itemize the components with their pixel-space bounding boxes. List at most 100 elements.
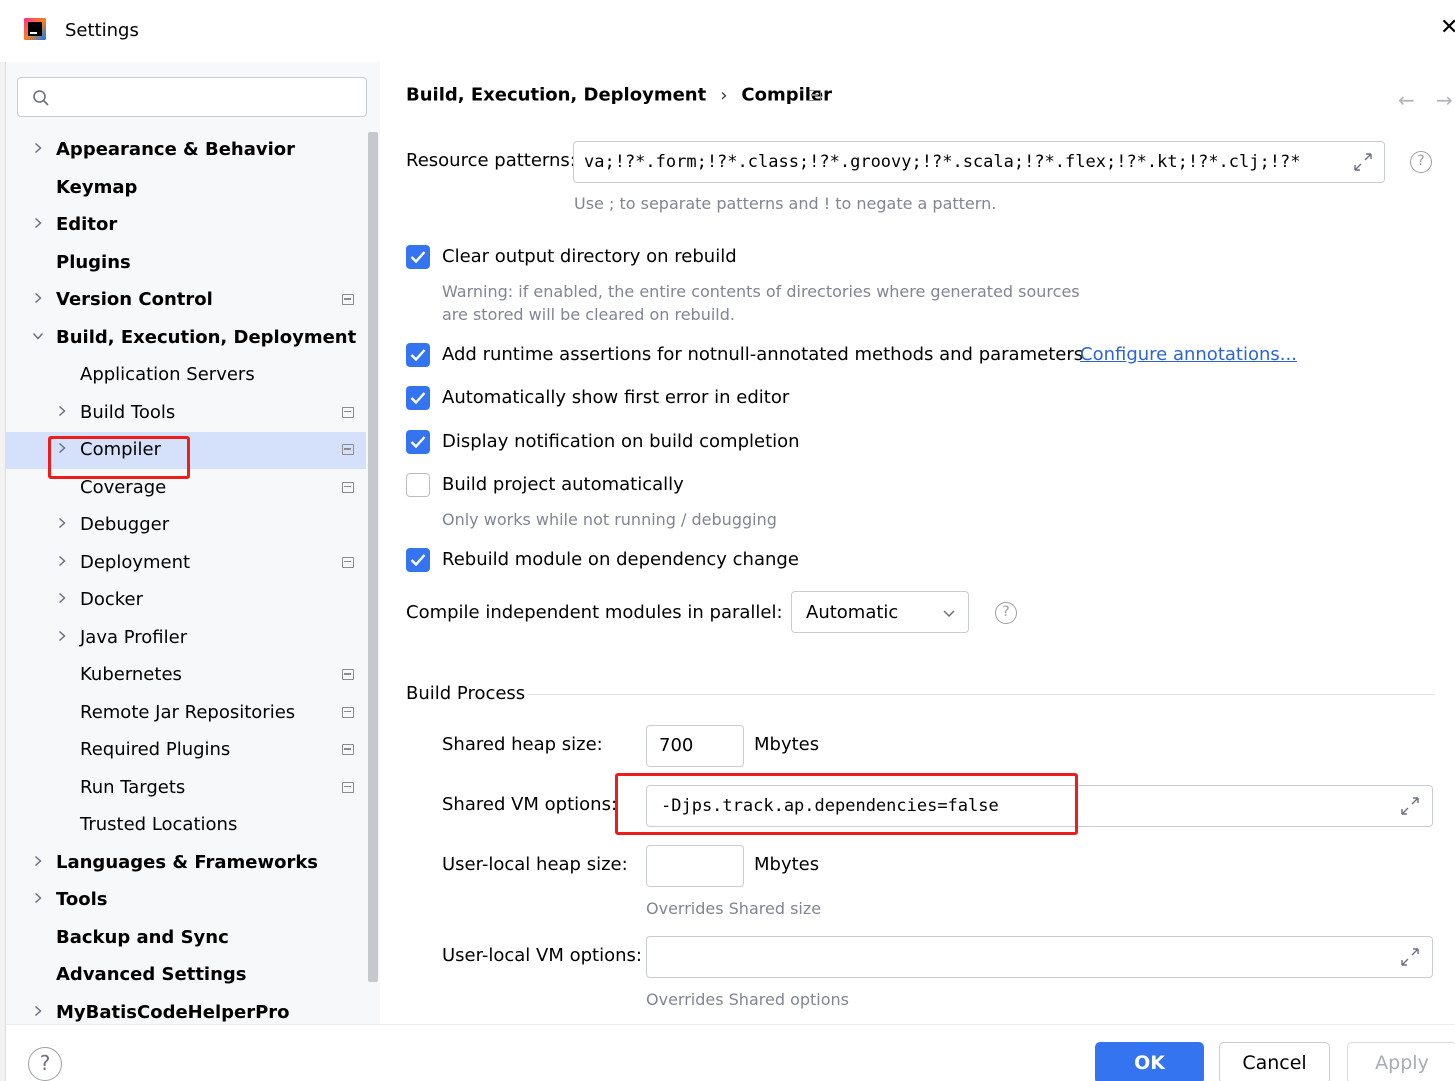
sidebar-item-run-targets[interactable]: Run Targets [6, 770, 380, 807]
sidebar-item-label: Kubernetes [80, 664, 182, 685]
show-first-error-checkbox[interactable] [406, 386, 430, 410]
user-heap-label: User-local heap size: [442, 854, 628, 875]
expand-icon[interactable] [1352, 151, 1374, 173]
sidebar-item-appearance-behavior[interactable]: Appearance & Behavior [6, 132, 380, 169]
back-arrow-icon[interactable]: ← [1398, 88, 1415, 112]
build-process-title: Build Process [406, 683, 526, 704]
expand-icon[interactable] [1399, 946, 1421, 968]
help-icon[interactable]: ? [1410, 151, 1432, 173]
sidebar-item-build-execution-deployment[interactable]: Build, Execution, Deployment [6, 320, 380, 357]
chevron-right-icon[interactable] [32, 217, 44, 229]
project-level-icon [342, 406, 354, 418]
shared-vm-label: Shared VM options: [442, 794, 618, 815]
resource-patterns-field[interactable]: va;!?*.form;!?*.class;!?*.groovy;!?*.sca… [573, 141, 1385, 183]
check-icon [410, 349, 426, 362]
clear-output-checkbox[interactable] [406, 245, 430, 269]
user-vm-field[interactable] [646, 936, 1433, 978]
sidebar-item-editor[interactable]: Editor [6, 207, 380, 244]
sidebar-scrollbar[interactable] [366, 132, 380, 1024]
rebuild-module-checkbox[interactable] [406, 548, 430, 572]
ok-button[interactable]: OK [1095, 1042, 1204, 1081]
expand-icon[interactable] [1399, 795, 1421, 817]
chevron-down-icon[interactable] [32, 330, 44, 342]
chevron-right-icon[interactable] [32, 892, 44, 904]
help-icon[interactable]: ? [995, 602, 1017, 624]
search-input[interactable] [62, 84, 357, 110]
chevron-right-icon[interactable] [56, 517, 68, 529]
sidebar-item-advanced-settings[interactable]: Advanced Settings [6, 957, 380, 994]
close-icon[interactable]: ✕ [1440, 16, 1455, 40]
chevron-right-icon[interactable] [56, 630, 68, 642]
help-button[interactable]: ? [28, 1047, 62, 1081]
project-level-icon [342, 706, 354, 718]
sidebar-item-label: Java Profiler [80, 626, 188, 648]
rebuild-module-label: Rebuild module on dependency change [442, 549, 799, 570]
shared-heap-value: 700 [659, 735, 694, 756]
configure-annotations-link[interactable]: Configure annotations... [1080, 344, 1297, 365]
sidebar-item-deployment[interactable]: Deployment [6, 545, 380, 582]
search-box[interactable] [17, 77, 367, 117]
shared-heap-field[interactable]: 700 [646, 725, 744, 767]
sidebar-item-label: Version Control [56, 289, 213, 310]
sidebar-item-label: Build Tools [80, 401, 176, 423]
project-level-icon [342, 294, 354, 305]
show-first-error-label: Automatically show first error in editor [442, 387, 790, 408]
chevron-right-icon[interactable] [56, 405, 68, 417]
chevron-right-icon[interactable] [32, 142, 44, 154]
sidebar-item-remote-jar-repositories[interactable]: Remote Jar Repositories [6, 695, 380, 732]
parallel-select[interactable]: Automatic [791, 591, 969, 633]
user-vm-hint: Overrides Shared options [646, 990, 849, 1009]
annotation-highlight-vm-options [615, 773, 1078, 835]
resource-patterns-value: va;!?*.form;!?*.class;!?*.groovy;!?*.sca… [584, 152, 1301, 172]
chevron-right-icon[interactable] [32, 855, 44, 867]
resource-patterns-label: Resource patterns: [406, 150, 576, 171]
sidebar-item-debugger[interactable]: Debugger [6, 507, 380, 544]
sidebar-item-label: Keymap [56, 176, 138, 198]
project-level-icon [342, 444, 354, 455]
breadcrumb-parent[interactable]: Build, Execution, Deployment [406, 85, 706, 106]
user-vm-label: User-local VM options: [442, 945, 642, 966]
chevron-right-icon[interactable] [56, 592, 68, 604]
sidebar-item-kubernetes[interactable]: Kubernetes [6, 657, 380, 694]
sidebar-item-application-servers[interactable]: Application Servers [6, 357, 380, 394]
sidebar-item-required-plugins[interactable]: Required Plugins [6, 732, 380, 769]
runtime-assertions-checkbox[interactable] [406, 343, 430, 367]
sidebar-item-keymap[interactable]: Keymap [6, 170, 380, 207]
sidebar-item-trusted-locations[interactable]: Trusted Locations [6, 807, 380, 844]
sidebar-item-docker[interactable]: Docker [6, 582, 380, 619]
check-icon [410, 392, 426, 405]
sidebar-item-plugins[interactable]: Plugins [6, 245, 380, 282]
sidebar-item-label: Required Plugins [80, 739, 231, 760]
sidebar-item-backup-and-sync[interactable]: Backup and Sync [6, 920, 380, 957]
cancel-button[interactable]: Cancel [1219, 1042, 1330, 1081]
chevron-right-icon[interactable] [56, 555, 68, 567]
sidebar-item-languages-frameworks[interactable]: Languages & Frameworks [6, 845, 380, 882]
sidebar-item-label: Languages & Frameworks [56, 851, 319, 873]
clear-output-warning-2: are stored will be cleared on rebuild. [442, 305, 735, 324]
sidebar-scrollbar-thumb[interactable] [368, 132, 378, 982]
notify-build-checkbox[interactable] [406, 430, 430, 454]
sidebar-item-label: Remote Jar Repositories [80, 701, 296, 723]
sidebar-item-version-control[interactable]: Version Control [6, 282, 380, 319]
breadcrumb-separator: › [720, 84, 728, 106]
intellij-logo-icon [24, 18, 46, 40]
sidebar-item-label: Editor [56, 214, 118, 235]
chevron-right-icon[interactable] [32, 292, 44, 304]
forward-arrow-icon[interactable]: → [1436, 88, 1453, 112]
sidebar-item-tools[interactable]: Tools [6, 882, 380, 919]
apply-button[interactable]: Apply [1347, 1042, 1455, 1081]
build-automatically-hint: Only works while not running / debugging [442, 510, 777, 529]
sidebar-item-build-tools[interactable]: Build Tools [6, 395, 380, 432]
chevron-right-icon[interactable] [32, 1005, 44, 1017]
check-icon [410, 251, 426, 264]
sidebar-item-label: Debugger [80, 514, 170, 535]
project-level-icon [342, 781, 354, 793]
user-heap-field[interactable] [646, 845, 744, 887]
project-level-icon [342, 744, 354, 755]
sidebar-item-label: Tools [56, 889, 108, 910]
build-automatically-checkbox[interactable] [406, 473, 430, 497]
project-level-icon [342, 481, 354, 493]
shared-heap-label: Shared heap size: [442, 734, 603, 755]
parallel-label: Compile independent modules in parallel: [406, 602, 783, 623]
sidebar-item-java-profiler[interactable]: Java Profiler [6, 620, 380, 657]
